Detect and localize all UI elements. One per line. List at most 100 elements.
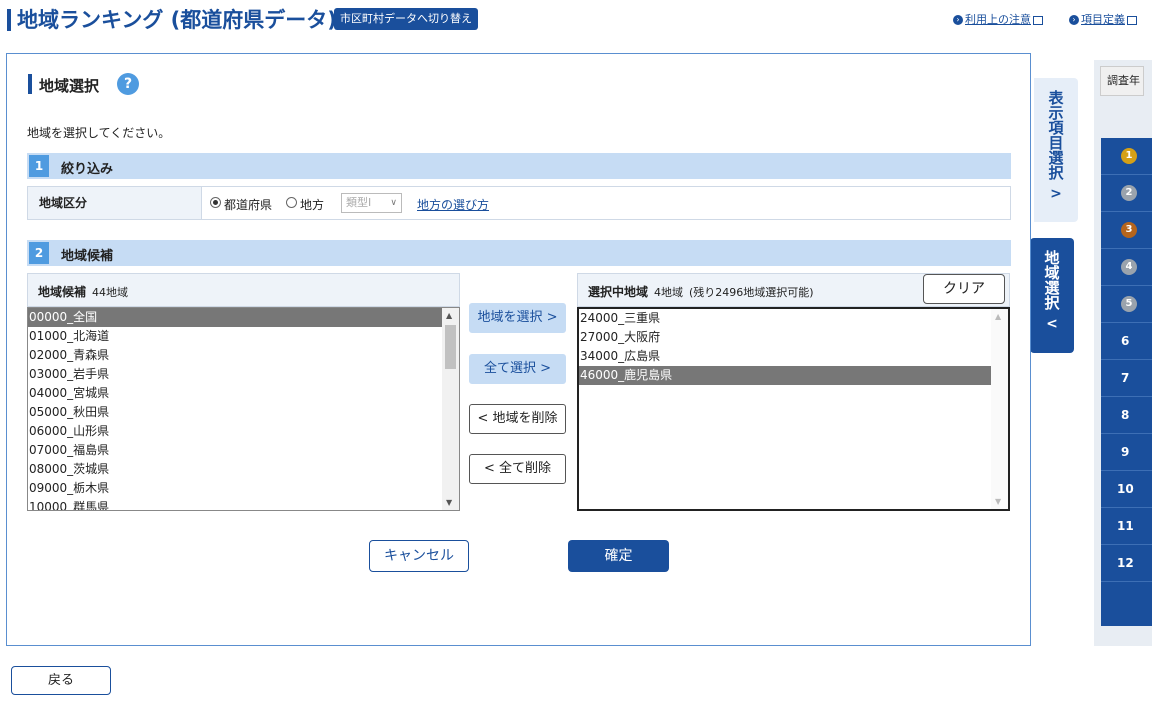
- remove-all-label: 全て削除: [499, 461, 552, 476]
- ranking-row: 3: [1101, 212, 1152, 249]
- new-window-icon: [1127, 15, 1137, 25]
- survey-year-header[interactable]: 調査年: [1100, 66, 1144, 96]
- list-item[interactable]: 27000_大阪府: [579, 328, 991, 347]
- section-title: 地域選択: [39, 77, 100, 95]
- tab-region-select[interactable]: 地域選択 <: [1030, 238, 1074, 353]
- radio-region-label[interactable]: 地方: [300, 196, 324, 213]
- region-type-select-value: 類型Ⅰ: [346, 196, 372, 209]
- region-type-select[interactable]: 類型Ⅰ ∨: [341, 193, 402, 213]
- ranking-row: 6: [1101, 323, 1152, 360]
- list-item[interactable]: 03000_岩手県: [28, 365, 459, 384]
- select-region-button[interactable]: 地域を選択 >: [469, 303, 566, 333]
- tab-display-items-label: 表示項目選択: [1046, 90, 1065, 180]
- list-item[interactable]: 02000_青森県: [28, 346, 459, 365]
- selected-title: 選択中地域 4地域 (残り2496地域選択可能): [588, 283, 814, 300]
- ranking-row: 10: [1101, 471, 1152, 508]
- list-item[interactable]: 08000_茨城県: [28, 460, 459, 479]
- arrow-circle-icon: ›: [1069, 15, 1079, 25]
- list-item[interactable]: 10000_群馬県: [28, 498, 459, 510]
- list-item[interactable]: 34000_広島県: [579, 347, 991, 366]
- list-item[interactable]: 06000_山形県: [28, 422, 459, 441]
- radio-region[interactable]: [286, 197, 297, 208]
- confirm-button[interactable]: 確定: [568, 540, 669, 572]
- candidates-header: 地域候補 44地域: [27, 273, 460, 307]
- scroll-up-icon[interactable]: ▲: [995, 312, 1001, 321]
- radio-prefecture-label[interactable]: 都道府県: [224, 196, 272, 213]
- switch-to-municipal-button[interactable]: 市区町村データへ切り替え: [334, 8, 478, 30]
- scroll-down-icon[interactable]: ▼: [995, 497, 1001, 506]
- select-all-button[interactable]: 全て選択 >: [469, 354, 566, 384]
- scrollbar[interactable]: ▲ ▼: [442, 308, 459, 510]
- chevron-left-icon: <: [483, 461, 495, 476]
- ranking-row: 8: [1101, 397, 1152, 434]
- ranking-row: 5: [1101, 286, 1152, 323]
- chevron-right-icon: >: [546, 310, 558, 325]
- silver-medal-icon: 2: [1121, 185, 1137, 201]
- selected-count: 4地域: [654, 286, 684, 299]
- step-filter-header: 1 絞り込み: [27, 153, 1011, 179]
- usage-notes-label: 利用上の注意: [965, 13, 1031, 26]
- arrow-circle-icon: ›: [953, 15, 963, 25]
- ranking-column: 1 2 3 4 5 6 7 8 9 10 11 12: [1101, 138, 1152, 626]
- selected-title-text: 選択中地域: [588, 285, 649, 299]
- list-item[interactable]: 01000_北海道: [28, 327, 459, 346]
- usage-notes-link[interactable]: › 利用上の注意: [953, 11, 1043, 27]
- candidates-list[interactable]: 00000_全国 01000_北海道 02000_青森県 03000_岩手県 0…: [27, 307, 460, 511]
- step-label: 地域候補: [61, 249, 114, 264]
- selected-remaining: (残り2496地域選択可能): [689, 286, 814, 299]
- chevron-right-icon: >: [540, 361, 552, 376]
- gold-medal-icon: 1: [1121, 148, 1137, 164]
- remove-all-button[interactable]: < 全て削除: [469, 454, 566, 484]
- step-number: 2: [29, 242, 49, 264]
- ranking-row: 9: [1101, 434, 1152, 471]
- tab-region-select-label: 地域選択: [1042, 250, 1061, 310]
- chevron-down-icon: ∨: [390, 198, 397, 208]
- back-button[interactable]: 戻る: [11, 666, 111, 695]
- ranking-row: 11: [1101, 508, 1152, 545]
- list-item[interactable]: 46000_鹿児島県: [579, 366, 991, 385]
- step-label: 絞り込み: [61, 162, 114, 177]
- scrollbar[interactable]: ▲ ▼: [991, 309, 1008, 509]
- scroll-up-icon[interactable]: ▲: [446, 311, 452, 320]
- candidates-count: 44地域: [92, 286, 129, 299]
- chevron-right-icon: >: [1050, 186, 1062, 202]
- candidates-title-text: 地域候補: [38, 285, 87, 299]
- selected-list[interactable]: 24000_三重県 27000_大阪府 34000_広島県 46000_鹿児島県…: [577, 307, 1010, 511]
- clear-button[interactable]: クリア: [923, 274, 1005, 304]
- step-number: 1: [29, 155, 49, 177]
- ranking-row: 4: [1101, 249, 1152, 286]
- list-item[interactable]: 04000_宮城県: [28, 384, 459, 403]
- title-accent-bar: [7, 9, 11, 31]
- tab-display-items[interactable]: 表示項目選択 >: [1034, 78, 1078, 222]
- item-definitions-link[interactable]: › 項目定義: [1069, 11, 1137, 27]
- ranking-row: 2: [1101, 175, 1152, 212]
- chevron-left-icon: <: [477, 411, 489, 426]
- list-item[interactable]: 09000_栃木県: [28, 479, 459, 498]
- region-select-panel: 地域選択 ? 地域を選択してください。 1 絞り込み 地域区分 都道府県 地方 …: [6, 53, 1031, 646]
- how-to-choose-link[interactable]: 地方の選び方: [417, 196, 489, 213]
- ranking-row: 12: [1101, 545, 1152, 582]
- remove-region-button[interactable]: < 地域を削除: [469, 404, 566, 434]
- candidates-title: 地域候補 44地域: [38, 283, 128, 300]
- radio-prefecture[interactable]: [210, 197, 221, 208]
- list-item[interactable]: 07000_福島県: [28, 441, 459, 460]
- list-item[interactable]: 24000_三重県: [579, 309, 991, 328]
- help-icon[interactable]: ?: [117, 73, 139, 95]
- scroll-down-icon[interactable]: ▼: [446, 498, 452, 507]
- list-item[interactable]: 00000_全国: [28, 308, 459, 327]
- step-candidates-header: 2 地域候補: [27, 240, 1011, 266]
- instruction-text: 地域を選択してください。: [27, 126, 171, 140]
- select-region-label: 地域を選択: [477, 310, 543, 325]
- new-window-icon: [1033, 15, 1043, 25]
- cancel-button[interactable]: キャンセル: [369, 540, 469, 572]
- scroll-thumb[interactable]: [445, 325, 456, 369]
- item-definitions-label: 項目定義: [1081, 13, 1125, 26]
- medal-icon: 4: [1121, 259, 1137, 275]
- list-item[interactable]: 05000_秋田県: [28, 403, 459, 422]
- section-accent-bar: [28, 74, 32, 94]
- ranking-row: 7: [1101, 360, 1152, 397]
- chevron-left-icon: <: [1046, 316, 1058, 332]
- ranking-row: 1: [1101, 138, 1152, 175]
- bronze-medal-icon: 3: [1121, 222, 1137, 238]
- filter-row: 地域区分 都道府県 地方 類型Ⅰ ∨ 地方の選び方: [27, 186, 1011, 220]
